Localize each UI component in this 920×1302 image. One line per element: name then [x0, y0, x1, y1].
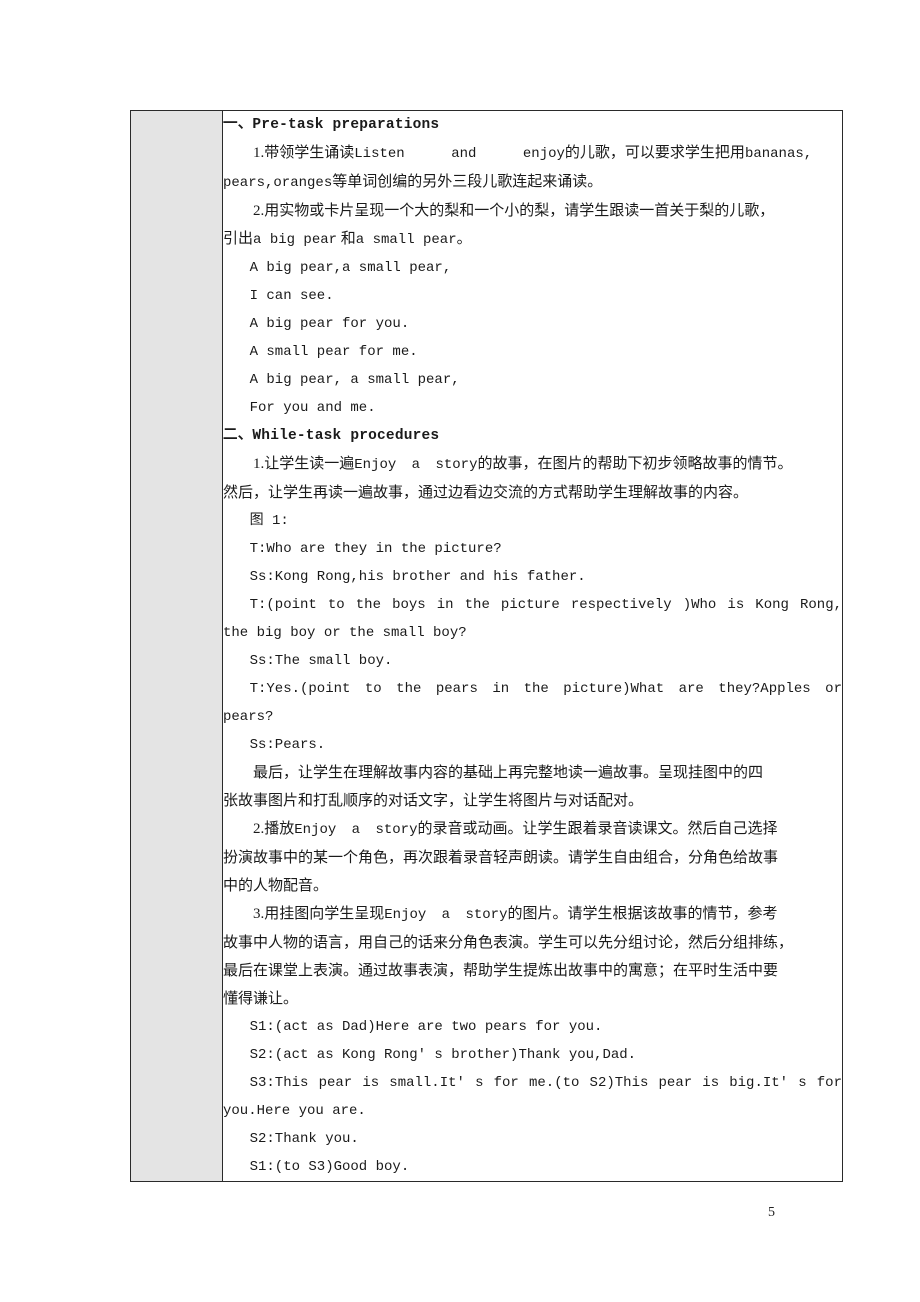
dialogue-2-line-4: S2:Thank you. [249, 1131, 359, 1147]
pre-task-item-2-middle: 和 [340, 231, 356, 247]
while-task-item-1-line-2: 然后，让学生再读一遍故事，通过边看边交流的方式帮助学生理解故事的内容。 [223, 485, 749, 501]
pre-task-item-1-prefix: 1.带领学生诵读 [253, 145, 355, 161]
section-heading-while-task: 二、While-task procedures [223, 428, 440, 444]
lesson-stage-label-cell [130, 110, 223, 1182]
while-task-item-2-prefix: 2.播放 [253, 821, 295, 837]
while-task-item-3-line-3: 最后在课堂上表演。通过故事表演，帮助学生提炼出故事中的寓意；在平时生活中要 [223, 963, 779, 979]
while-task-item-2-line-1: 2.播放Enjoy a story的录音或动画。让学生跟着录音读课文。然后自己选择 [223, 815, 842, 844]
rhyme-line-2: I can see. [249, 288, 334, 304]
lesson-content-cell: 一、Pre-task preparations 1.带领学生诵读Listen an… [222, 110, 843, 1182]
while-task-item-2-tail: 的录音或动画。让学生跟着录音读课文。然后自己选择 [417, 821, 778, 837]
document-page: 一、Pre-task preparations 1.带领学生诵读Listen an… [0, 0, 920, 1302]
dialogue-2-line-3b: you.Here you are. [223, 1103, 366, 1119]
pre-task-item-1-en-listen: Listen [354, 146, 405, 162]
pre-task-item-2-en-big-pear: a big pear [253, 232, 338, 248]
while-task-item-3-line-2: 故事中人物的语言，用自己的话来分角色表演。学生可以先分组讨论，然后分组排练， [223, 935, 794, 951]
while-task-item-1-line-1: 1.让学生读一遍Enjoy a story的故事，在图片的帮助下初步领略故事的情节。 [223, 450, 842, 479]
dialogue-2-line-2: S2:(act as Kong Rong' s brother)Thank yo… [249, 1047, 637, 1063]
dialogue-1-line-3a: T:(point to the boys in the picture resp… [249, 597, 842, 613]
pre-task-item-1-en-bananas: bananas, [744, 146, 813, 162]
pre-task-item-1-en-enjoy: enjoy [522, 146, 565, 162]
pre-task-item-1-line-1: 1.带领学生诵读Listen and enjoy的儿歌，可以要求学生把用banana… [223, 139, 842, 168]
rhyme-line-1: A big pear,a small pear, [249, 260, 452, 276]
figure-label-1: 图 1: [249, 513, 289, 529]
section-heading-pre-task: 一、Pre-task preparations [223, 117, 440, 133]
while-task-item-2-line-3: 中的人物配音。 [223, 878, 329, 894]
while-task-item-3-en-enjoy-a-story: Enjoy a story [384, 907, 508, 923]
rhyme-line-6: For you and me. [249, 400, 376, 416]
dialogue-2-line-3a: S3:This pear is small.It' s for me.(to S… [249, 1075, 842, 1091]
dialogue-1-line-3b: the big boy or the small boy? [223, 625, 467, 641]
while-task-item-2-line-2: 扮演故事中的某一个角色，再次跟着录音轻声朗读。请学生自由组合，分角色给故事 [223, 850, 779, 866]
rhyme-line-5: A big pear, a small pear, [249, 372, 460, 388]
pre-task-item-1-en-and: and [451, 146, 477, 162]
table-row: 一、Pre-task preparations 1.带领学生诵读Listen an… [130, 110, 843, 1182]
dialogue-1-line-6: Ss:Pears. [249, 737, 326, 753]
dialogue-1-line-5b: pears? [223, 709, 274, 725]
pre-task-item-1-middle: 的儿歌，可以要求学生把用 [564, 145, 745, 161]
while-task-closing-note-line-1: 最后，让学生在理解故事内容的基础上再完整地读一遍故事。呈现挂图中的四 [253, 765, 764, 781]
while-task-item-3-line-4: 懂得谦让。 [223, 991, 299, 1007]
while-task-item-3-line-1: 3.用挂图向学生呈现Enjoy a story的图片。请学生根据该故事的情节，参考 [223, 900, 842, 929]
while-task-item-3-prefix: 3.用挂图向学生呈现 [253, 906, 385, 922]
dialogue-1-line-4: Ss:The small boy. [249, 653, 393, 669]
dialogue-1-line-1: T:Who are they in the picture? [249, 541, 502, 557]
pre-task-item-2-prefix: 引出 [223, 231, 254, 247]
rhyme-line-4: A small pear for me. [249, 344, 418, 360]
pre-task-item-1-line-2: pears,oranges等单词创编的另外三段儿歌连起来诵读。 [223, 168, 842, 197]
page-number: 5 [768, 1205, 775, 1220]
while-task-item-2-en-enjoy-a-story: Enjoy a story [294, 822, 418, 838]
rhyme-line-3: A big pear for you. [249, 316, 410, 332]
pre-task-item-2-line-1: 2.用实物或卡片呈现一个大的梨和一个小的梨，请学生跟读一首关于梨的儿歌， [253, 203, 775, 219]
pre-task-item-2-tail: 。 [456, 231, 472, 247]
pre-task-item-2-line-2: 引出a big pear 和a small pear。 [223, 225, 842, 254]
while-task-item-1-tail: 的故事，在图片的帮助下初步领略故事的情节。 [477, 456, 793, 472]
while-task-item-3-tail: 的图片。请学生根据该故事的情节，参考 [507, 906, 778, 922]
pre-task-item-1-tail: 等单词创编的另外三段儿歌连起来诵读。 [332, 174, 603, 190]
dialogue-1-line-5a: T:Yes.(point to the pears in the picture… [249, 681, 842, 697]
lesson-plan-table: 一、Pre-task preparations 1.带领学生诵读Listen an… [130, 110, 843, 1182]
dialogue-2-line-1: S1:(act as Dad)Here are two pears for yo… [249, 1019, 603, 1035]
pre-task-item-2-en-small-pear: a small pear [355, 232, 457, 248]
dialogue-2-line-5: S1:(to S3)Good boy. [249, 1159, 410, 1175]
while-task-item-1-prefix: 1.让学生读一遍 [253, 456, 355, 472]
while-task-item-1-en-enjoy-a-story: Enjoy a story [354, 457, 478, 473]
pre-task-item-1-en-pears-oranges: pears,oranges [223, 175, 333, 191]
dialogue-1-line-2: Ss:Kong Rong,his brother and his father. [249, 569, 586, 585]
while-task-closing-note-line-2: 张故事图片和打乱顺序的对话文字，让学生将图片与对话配对。 [223, 793, 644, 809]
